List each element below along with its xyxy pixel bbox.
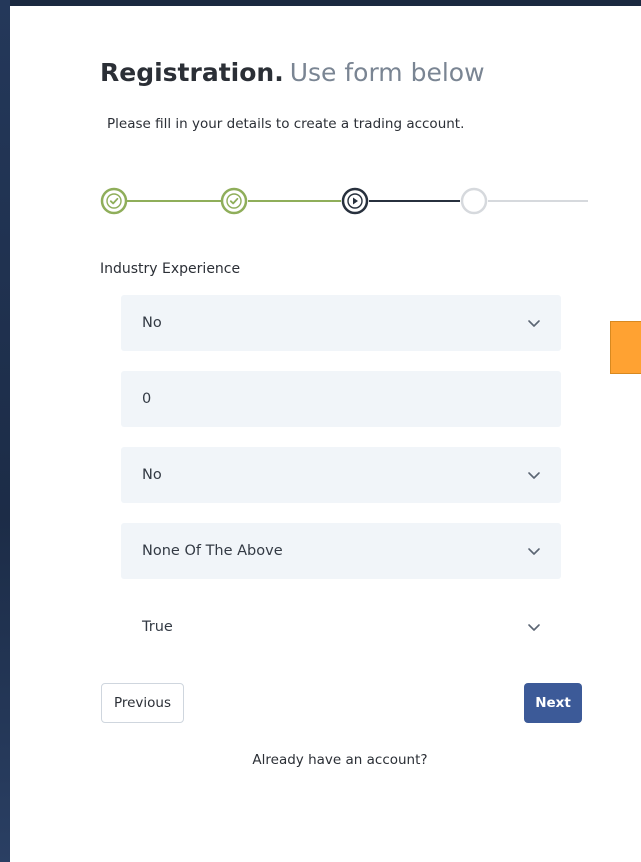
chevron-down-icon [528, 548, 540, 555]
registration-panel: Registration. Use form below Please fill … [10, 6, 641, 862]
section-label-industry-experience: Industry Experience [100, 261, 241, 277]
side-feedback-tab[interactable] [610, 321, 641, 374]
input-value: 0 [142, 391, 152, 407]
login-link[interactable]: Already have an account? [10, 752, 641, 768]
step-1-check-icon [100, 187, 128, 215]
previous-button[interactable]: Previous [101, 683, 184, 723]
select-value: No [142, 467, 162, 483]
step-3-play-icon [341, 187, 369, 215]
select-value: None Of The Above [142, 543, 283, 559]
confirmation-select[interactable]: True [121, 599, 561, 655]
chevron-down-icon [528, 624, 540, 631]
professional-experience-select[interactable]: No [121, 447, 561, 503]
window-left-strip [0, 0, 10, 862]
select-value: True [142, 619, 173, 635]
industry-experience-select[interactable]: No [121, 295, 561, 351]
title-light: Use form below [289, 58, 485, 87]
title-bold: Registration. [100, 58, 284, 87]
stepper-graphic [100, 187, 588, 215]
step-4-empty-circle-icon [460, 187, 488, 215]
select-value: No [142, 315, 162, 331]
page-title: Registration. Use form below [100, 58, 485, 88]
chevron-down-icon [528, 320, 540, 327]
next-button[interactable]: Next [524, 683, 582, 723]
years-experience-input[interactable]: 0 [121, 371, 561, 427]
chevron-down-icon [528, 472, 540, 479]
progress-stepper [98, 185, 588, 217]
page-subtitle: Please fill in your details to create a … [107, 116, 465, 132]
step-2-check-icon [220, 187, 248, 215]
qualification-select[interactable]: None Of The Above [121, 523, 561, 579]
